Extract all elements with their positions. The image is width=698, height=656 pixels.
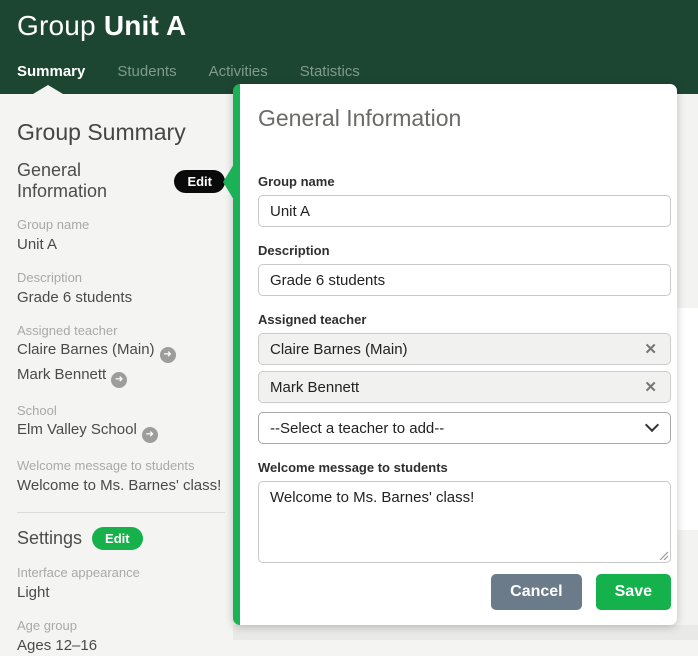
page-title-group-name: Unit A (104, 10, 187, 41)
teacher-chip: Claire Barnes (Main) ✕ (258, 333, 671, 365)
backdrop-band (677, 530, 698, 640)
assigned-teacher-field-label: Assigned teacher (258, 312, 671, 327)
school-name: Elm Valley School (17, 421, 137, 438)
school-link: Elm Valley School ➜ (17, 420, 225, 443)
group-name-value: Unit A (17, 235, 225, 255)
description-label: Description (17, 270, 225, 285)
save-button[interactable]: Save (596, 574, 671, 610)
header-bar: Group Unit A Summary Students Activities… (0, 0, 698, 94)
remove-teacher-icon[interactable]: ✕ (642, 378, 659, 396)
page-title-prefix: Group (17, 10, 96, 41)
settings-heading-row: Settings Edit (17, 527, 225, 550)
edit-general-information-button[interactable]: Edit (174, 170, 225, 193)
modal-pointer-arrow (223, 164, 234, 200)
add-teacher-select[interactable]: --Select a teacher to add-- (258, 412, 671, 444)
welcome-message-value: Welcome to Ms. Barnes' class! (17, 476, 225, 496)
general-information-edit-modal: General Information Group name Descripti… (233, 84, 677, 625)
sidebar-divider (17, 512, 225, 513)
arrow-right-circle-icon[interactable]: ➜ (160, 347, 176, 363)
age-group-label: Age group (17, 618, 225, 633)
tab-bar: Summary Students Activities Statistics (17, 63, 360, 80)
teacher-link: Mark Bennett ➜ (17, 365, 225, 388)
arrow-right-circle-icon[interactable]: ➜ (111, 372, 127, 388)
backdrop-bottom-strip (233, 625, 698, 640)
tab-students[interactable]: Students (117, 63, 176, 80)
teacher-name: Mark Bennett (17, 366, 106, 383)
tab-activities[interactable]: Activities (209, 63, 268, 80)
cancel-button[interactable]: Cancel (491, 574, 581, 610)
backdrop-band (677, 308, 698, 530)
welcome-message-label: Welcome message to students (17, 458, 225, 473)
teacher-name: Claire Barnes (Main) (17, 341, 155, 358)
modal-title: General Information (258, 105, 671, 132)
edit-settings-button[interactable]: Edit (92, 527, 143, 550)
general-information-heading: General Information (17, 160, 164, 202)
teacher-chip-text: Mark Bennett (270, 379, 359, 396)
welcome-message-field-label: Welcome message to students (258, 460, 671, 475)
interface-appearance-label: Interface appearance (17, 565, 225, 580)
tab-summary[interactable]: Summary (17, 63, 85, 80)
backdrop-band (677, 94, 698, 308)
interface-appearance-value: Light (17, 583, 225, 603)
resize-handle-icon[interactable] (658, 550, 668, 560)
modal-button-row: Cancel Save (491, 574, 671, 610)
arrow-right-circle-icon[interactable]: ➜ (142, 427, 158, 443)
teacher-link: Claire Barnes (Main) ➜ (17, 340, 225, 363)
welcome-message-textarea-wrap: Welcome to Ms. Barnes' class! (258, 481, 671, 563)
group-name-field-label: Group name (258, 174, 671, 189)
welcome-message-textarea[interactable]: Welcome to Ms. Barnes' class! (258, 481, 671, 563)
remove-teacher-icon[interactable]: ✕ (642, 340, 659, 358)
description-field-label: Description (258, 243, 671, 258)
school-label: School (17, 403, 225, 418)
tab-statistics[interactable]: Statistics (300, 63, 360, 80)
assigned-teacher-label: Assigned teacher (17, 323, 225, 338)
teacher-chip: Mark Bennett ✕ (258, 371, 671, 403)
age-group-value: Ages 12–16 (17, 636, 225, 656)
sidebar-title: Group Summary (17, 119, 225, 146)
description-value: Grade 6 students (17, 288, 225, 308)
settings-heading: Settings (17, 528, 82, 549)
group-name-input[interactable] (258, 195, 671, 227)
description-input[interactable] (258, 264, 671, 296)
group-summary-sidebar: Group Summary General Information Edit G… (0, 94, 233, 640)
group-name-label: Group name (17, 217, 225, 232)
teacher-chip-text: Claire Barnes (Main) (270, 341, 408, 358)
general-information-heading-row: General Information Edit (17, 160, 225, 202)
active-tab-notch (33, 85, 63, 94)
page-title: Group Unit A (17, 10, 186, 42)
chevron-down-icon (645, 418, 659, 432)
add-teacher-select-value: --Select a teacher to add-- (270, 420, 444, 437)
